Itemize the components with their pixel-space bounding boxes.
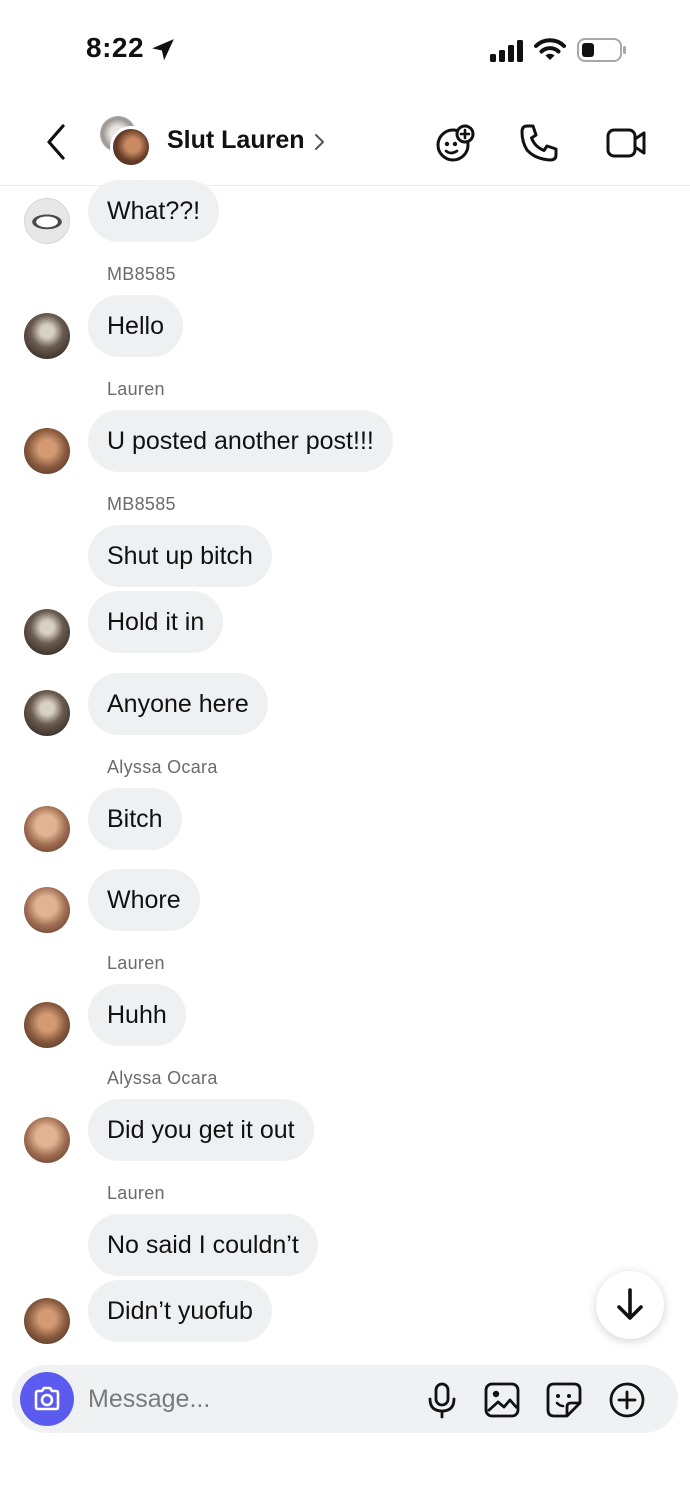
battery-icon bbox=[577, 38, 626, 62]
sticker-icon bbox=[546, 1382, 582, 1418]
message-bubble[interactable]: Bitch bbox=[88, 788, 182, 850]
sender-name: Alyssa Ocara bbox=[107, 757, 218, 777]
message-composer bbox=[12, 1365, 678, 1433]
message-input[interactable] bbox=[88, 1379, 408, 1419]
avatar[interactable] bbox=[24, 887, 70, 933]
avatar[interactable] bbox=[24, 1298, 70, 1344]
chevron-right-icon[interactable] bbox=[313, 132, 327, 152]
game-controller-icon bbox=[436, 124, 475, 162]
message-bubble[interactable]: Didn’t yuofub bbox=[88, 1280, 272, 1342]
camera-button[interactable] bbox=[20, 1372, 74, 1426]
chat-header: Slut Lauren bbox=[0, 100, 690, 186]
message-bubble[interactable]: Whore bbox=[88, 869, 200, 931]
message-bubble[interactable]: No said I couldn’t bbox=[88, 1214, 318, 1276]
video-call-button[interactable] bbox=[605, 122, 647, 164]
sender-name: Alyssa Ocara bbox=[107, 1068, 218, 1088]
message-bubble[interactable]: Anyone here bbox=[88, 673, 268, 735]
voice-message-button[interactable] bbox=[423, 1381, 461, 1419]
group-avatar-front bbox=[110, 126, 152, 168]
wifi-icon bbox=[534, 38, 566, 60]
sender-name: Lauren bbox=[107, 953, 165, 973]
status-time: 8:22 bbox=[86, 32, 145, 63]
game-controller-button[interactable] bbox=[434, 122, 476, 164]
message-bubble[interactable]: Shut up bitch bbox=[88, 525, 272, 587]
plus-circle-icon bbox=[609, 1382, 645, 1418]
more-options-button[interactable] bbox=[608, 1381, 646, 1419]
avatar[interactable] bbox=[24, 690, 70, 736]
camera-icon bbox=[34, 1386, 60, 1411]
microphone-icon bbox=[428, 1382, 456, 1419]
chat-title[interactable]: Slut Lauren bbox=[167, 126, 305, 155]
group-avatar[interactable] bbox=[98, 114, 154, 170]
sender-name: Lauren bbox=[107, 379, 165, 399]
sender-name: MB8585 bbox=[107, 494, 176, 514]
image-icon bbox=[484, 1382, 520, 1418]
avatar[interactable] bbox=[24, 1117, 70, 1163]
message-bubble[interactable]: Hold it in bbox=[88, 591, 224, 653]
avatar[interactable] bbox=[24, 313, 70, 359]
call-button[interactable] bbox=[518, 122, 560, 164]
message-bubble[interactable]: What??! bbox=[88, 180, 220, 242]
message-bubble[interactable]: Did you get it out bbox=[88, 1099, 314, 1161]
gallery-button[interactable] bbox=[483, 1381, 521, 1419]
avatar[interactable] bbox=[24, 1002, 70, 1048]
video-camera-icon bbox=[606, 128, 646, 158]
avatar[interactable] bbox=[24, 806, 70, 852]
status-bar: 8:22 bbox=[0, 0, 690, 100]
avatar[interactable] bbox=[24, 428, 70, 474]
message-bubble[interactable]: Hello bbox=[88, 295, 183, 357]
signal-icon bbox=[490, 40, 523, 62]
phone-icon bbox=[520, 124, 558, 162]
avatar[interactable] bbox=[24, 609, 70, 655]
message-bubble[interactable]: U posted another post!!! bbox=[88, 410, 393, 472]
sender-name: MB8585 bbox=[107, 264, 176, 284]
sticker-button[interactable] bbox=[545, 1381, 583, 1419]
sender-name: Lauren bbox=[107, 1183, 165, 1203]
message-bubble[interactable]: Huhh bbox=[88, 984, 186, 1046]
avatar[interactable] bbox=[24, 198, 70, 244]
back-chevron-icon[interactable] bbox=[40, 120, 72, 164]
arrow-down-icon bbox=[617, 1288, 643, 1320]
location-arrow-icon bbox=[152, 39, 174, 61]
scroll-to-bottom-button[interactable] bbox=[596, 1271, 664, 1339]
